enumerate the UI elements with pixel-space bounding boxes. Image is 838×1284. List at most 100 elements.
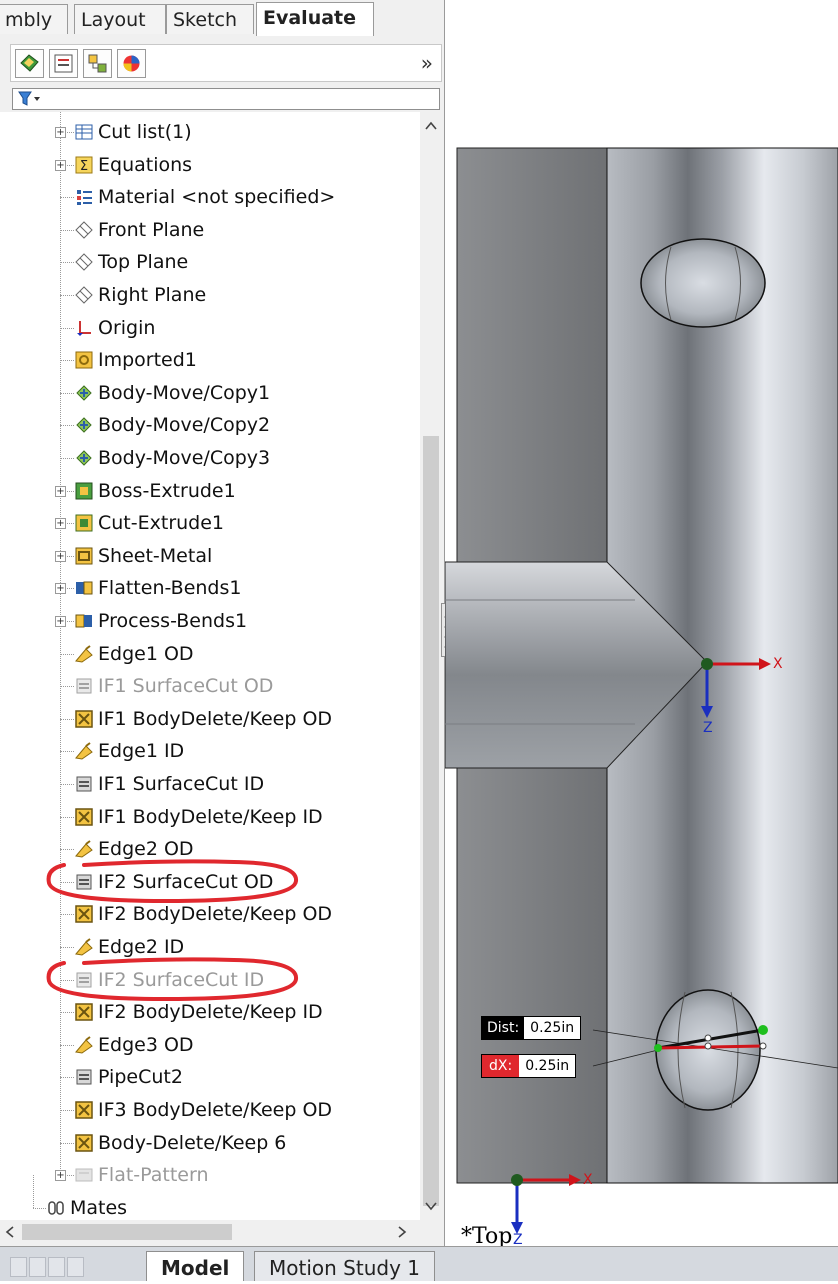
tree-item[interactable]: Body-Move/Copy1 [0, 377, 420, 409]
tree-item[interactable]: IF3 BodyDelete/Keep OD [0, 1094, 420, 1126]
tree-item[interactable]: IF1 BodyDelete/Keep OD [0, 703, 420, 735]
flat-pattern-icon [75, 1168, 93, 1182]
tree-item[interactable]: Front Plane [0, 214, 420, 246]
tree-item[interactable]: Body-Delete/Keep 6 [0, 1127, 420, 1159]
configuration-manager-icon[interactable] [83, 49, 112, 78]
tree-item-label: Body-Move/Copy1 [98, 381, 271, 404]
nav-prev-icon[interactable] [29, 1257, 46, 1277]
tree-item[interactable]: + Flatten-Bends1 [0, 572, 420, 604]
scroll-up-icon[interactable] [424, 120, 438, 132]
scrollbar-thumb[interactable] [22, 1224, 232, 1240]
tree-item[interactable]: Imported1 [0, 344, 420, 376]
tab-sketch[interactable]: Sketch [166, 4, 254, 34]
tree-item[interactable]: Top Plane [0, 246, 420, 278]
tree-item[interactable]: Edge1 OD [0, 638, 420, 670]
tree-item[interactable]: IF1 SurfaceCut OD [0, 670, 420, 702]
tab-layout[interactable]: Layout [74, 4, 166, 34]
tree-item-label: Sheet-Metal [98, 544, 213, 567]
tree-filter-bar[interactable] [12, 88, 440, 110]
tree-connector-line [60, 784, 74, 785]
body-move-icon [76, 385, 92, 401]
feature-manager-toolbar: » [10, 44, 442, 82]
tree-connector-line [60, 751, 74, 753]
tree-connector-line [60, 1077, 74, 1079]
expand-plus-icon[interactable]: + [55, 1170, 66, 1182]
tree-connector-line [60, 360, 74, 362]
tree-item[interactable]: + Process-Bends1 [0, 605, 420, 637]
dx-label: dX: [482, 1055, 520, 1077]
plane-icon [75, 221, 93, 239]
tree-item[interactable]: Origin [0, 312, 420, 344]
tab-assembly[interactable]: mbly [0, 4, 68, 34]
nav-first-icon[interactable] [10, 1257, 27, 1277]
expand-plus-icon[interactable]: + [55, 616, 66, 627]
tab-model[interactable]: Model [146, 1251, 245, 1281]
process-bends-icon [75, 614, 92, 628]
command-manager-tabs: mbly Layout Sketch Evaluate [0, 0, 444, 40]
tree-item[interactable]: + Cut list(1) [0, 116, 420, 148]
edge-icon [75, 644, 93, 663]
tree-item[interactable]: + Flat-Pattern [0, 1159, 420, 1191]
tree-item[interactable]: IF2 SurfaceCut ID [0, 957, 420, 1001]
feature-manager-tree-icon[interactable] [15, 49, 44, 78]
tree-item[interactable]: PipeCut2 [0, 1061, 420, 1093]
tree-item-label: IF3 BodyDelete/Keep OD [98, 1099, 333, 1121]
tree-connector-line [60, 653, 74, 655]
tab-motion-study-1[interactable]: Motion Study 1 [254, 1251, 435, 1281]
origin-icon [77, 320, 91, 336]
tree-connector-line [60, 262, 74, 264]
expand-chevron-icon[interactable]: » [421, 51, 433, 75]
tree-item[interactable]: IF2 SurfaceCut OD [0, 859, 420, 903]
scroll-down-icon[interactable] [424, 1200, 438, 1212]
tree-item[interactable]: Right Plane [0, 279, 420, 311]
tree-item-label: Imported1 [98, 349, 197, 372]
tree-horizontal-scrollbar[interactable] [0, 1220, 420, 1244]
tree-connector-line [60, 197, 74, 199]
tree-item-label: Material <not specified> [98, 186, 336, 209]
equations-icon: Σ [75, 156, 93, 174]
tree-item[interactable]: Mates [0, 1192, 420, 1220]
property-manager-icon[interactable] [49, 49, 78, 78]
tree-item[interactable]: IF1 SurfaceCut ID [0, 768, 420, 800]
body-delete-icon [75, 710, 93, 728]
tree-item[interactable]: + Cut-Extrude1 [0, 507, 420, 539]
expand-plus-icon[interactable]: + [55, 159, 66, 171]
expand-plus-icon[interactable]: + [55, 127, 66, 138]
nav-last-icon[interactable] [67, 1257, 84, 1277]
scroll-left-icon[interactable] [4, 1225, 16, 1239]
tree-item[interactable]: Edge3 OD [0, 1029, 420, 1061]
tree-item[interactable]: IF1 BodyDelete/Keep ID [0, 801, 420, 833]
tree-item-label: Flatten-Bends1 [98, 577, 242, 600]
tree-item[interactable]: + Sheet-Metal [0, 540, 420, 572]
tree-item-label: Edge1 OD [98, 642, 194, 665]
body-delete-icon [75, 1101, 93, 1119]
dx-readout: dX: 0.25in [481, 1054, 577, 1078]
scrollbar-thumb[interactable] [423, 436, 439, 1206]
expand-plus-icon[interactable]: + [55, 550, 66, 562]
tree-vertical-scrollbar[interactable] [420, 112, 442, 1220]
surface-cut-icon [76, 678, 92, 694]
display-manager-icon[interactable] [117, 49, 146, 78]
expand-plus-icon[interactable]: + [55, 485, 66, 497]
tree-item[interactable]: + Σ Equations [0, 149, 420, 181]
tree-item[interactable]: Body-Move/Copy2 [0, 409, 420, 441]
tree-item[interactable]: IF2 BodyDelete/Keep ID [0, 996, 420, 1028]
expand-plus-icon[interactable]: + [55, 583, 66, 595]
tree-connector-line [33, 1207, 46, 1209]
nav-next-icon[interactable] [48, 1257, 65, 1277]
tree-item[interactable]: Material <not specified> [0, 181, 420, 213]
feature-tree: + Cut list(1) + Σ Equations Material <not spe… [0, 112, 420, 1220]
tree-item[interactable]: Body-Move/Copy3 [0, 442, 420, 474]
surface-cut-icon [76, 1069, 92, 1085]
graphics-area[interactable]: X Z X Z Dist: 0.25in dX: 0.25in *Top [445, 0, 838, 1249]
expand-plus-icon[interactable]: + [55, 518, 66, 530]
tree-connector-line [60, 849, 74, 851]
tree-item[interactable]: IF2 BodyDelete/Keep OD [0, 898, 420, 930]
tab-evaluate[interactable]: Evaluate [256, 2, 374, 36]
tree-item-label: Cut list(1) [98, 121, 192, 143]
filter-icon[interactable] [17, 90, 43, 108]
tree-item-label: Body-Move/Copy2 [98, 414, 271, 437]
tree-item[interactable]: + Boss-Extrude1 [0, 475, 420, 507]
scroll-right-icon[interactable] [396, 1225, 408, 1239]
tree-item[interactable]: Edge1 ID [0, 735, 420, 767]
